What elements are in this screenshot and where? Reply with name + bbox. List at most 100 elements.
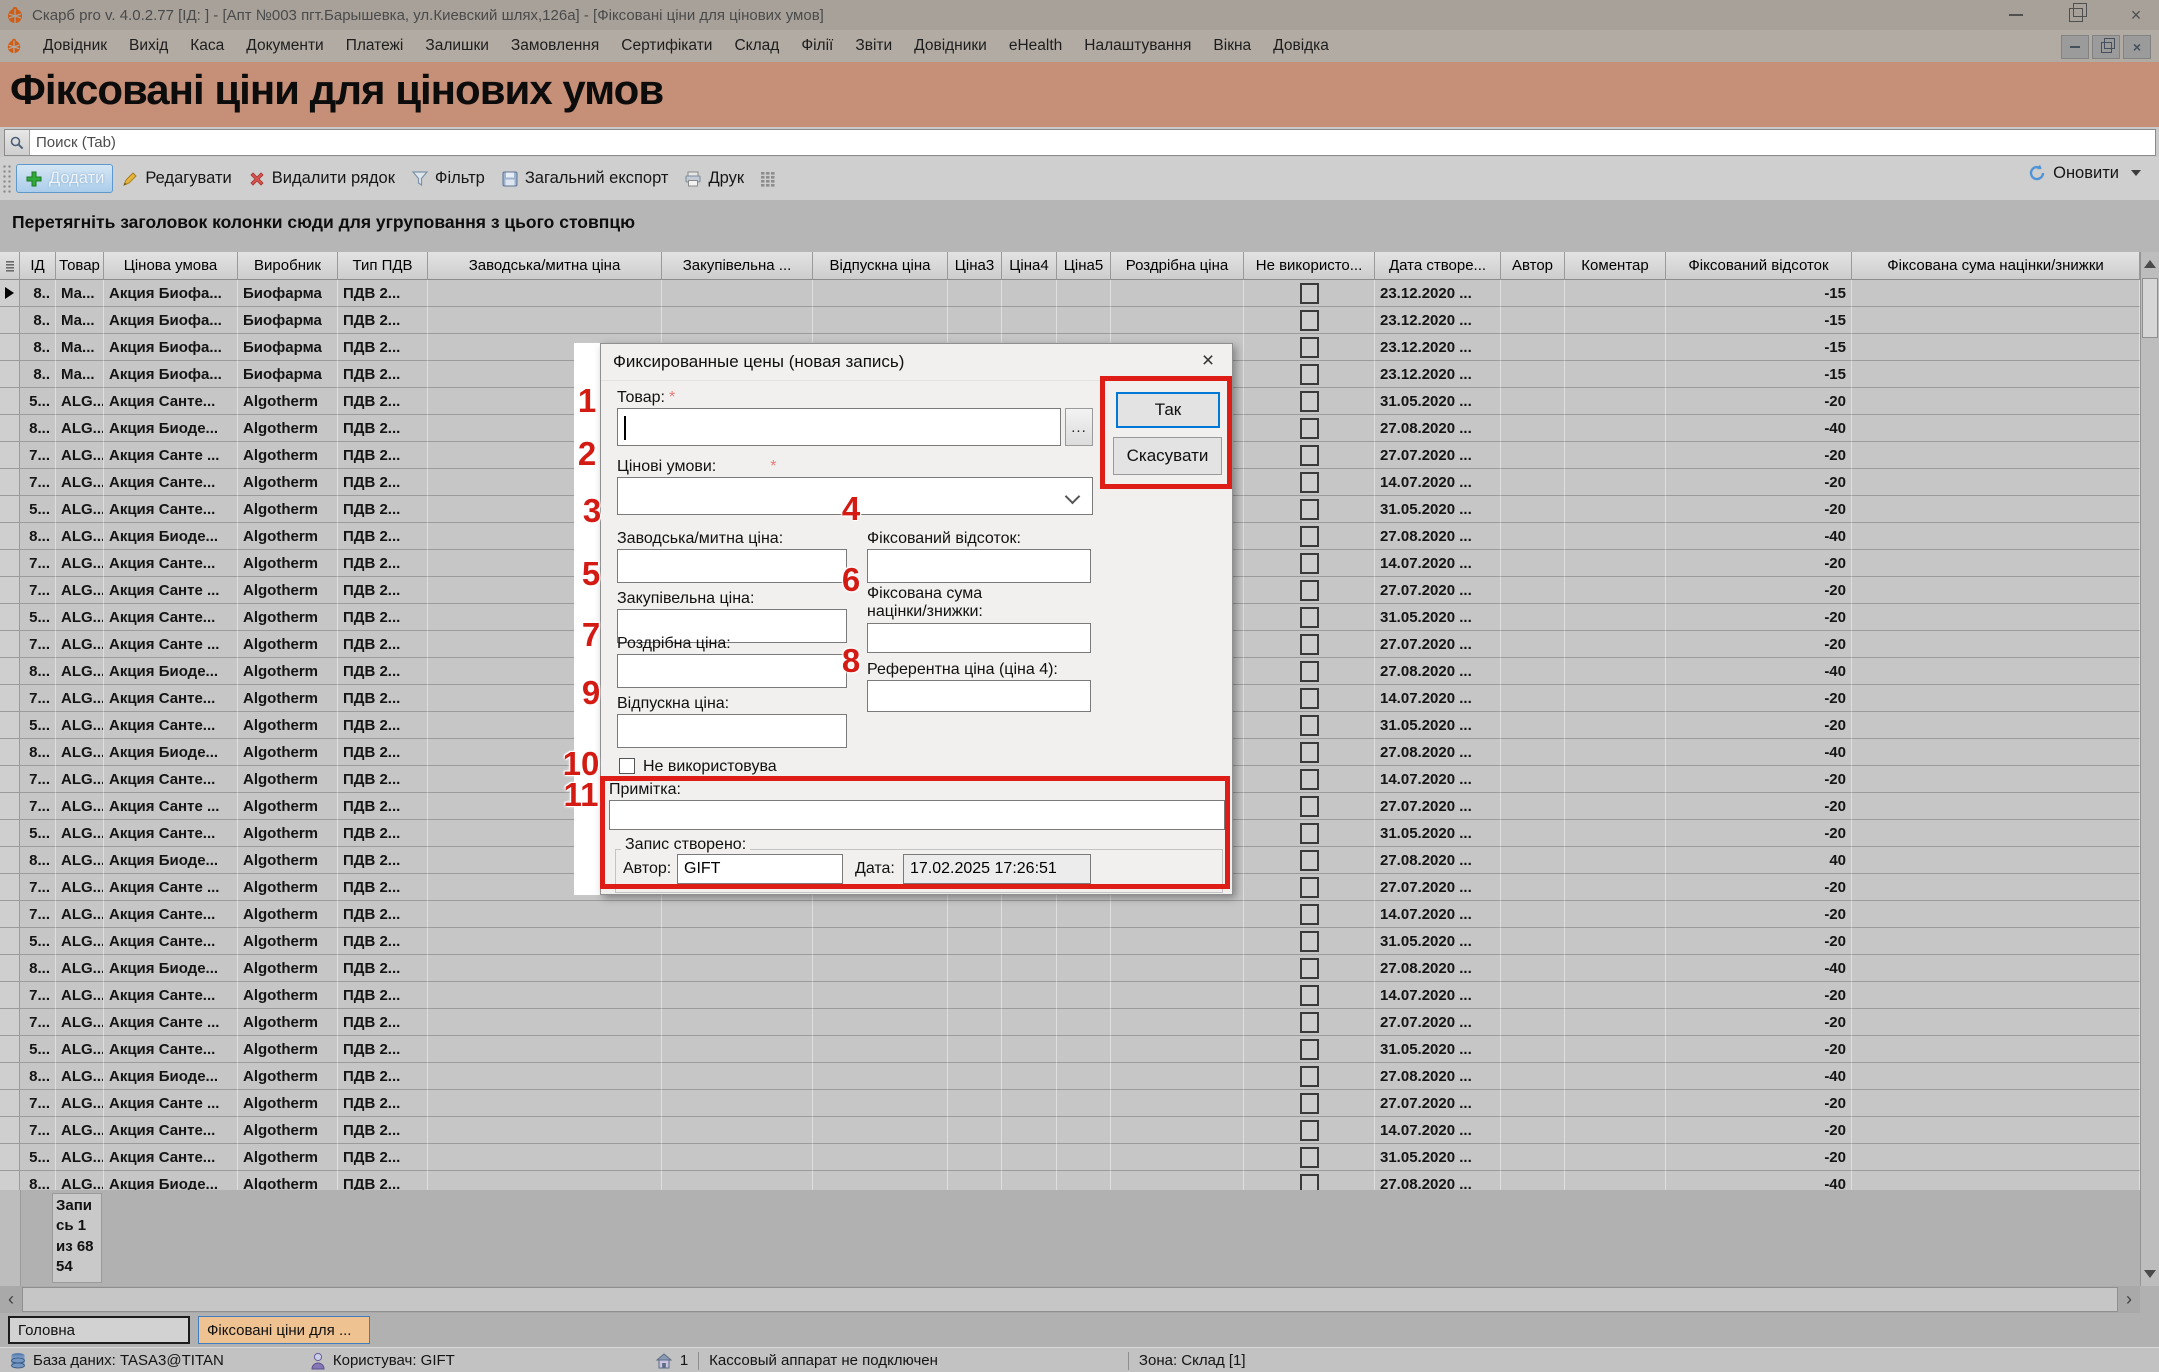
menu-item-платежі[interactable]: Платежі bbox=[335, 33, 415, 58]
table-row[interactable]: 8...ALG...Акция Биоде...AlgothermПДВ 2..… bbox=[0, 1063, 2140, 1090]
table-row[interactable]: 7...ALG...Акция Санте...AlgothermПДВ 2..… bbox=[0, 901, 2140, 928]
table-row[interactable]: 7...ALG...Акция Санте ...AlgothermПДВ 2.… bbox=[0, 1009, 2140, 1036]
mdi-close-icon[interactable]: × bbox=[2123, 35, 2151, 59]
tab-fixed-prices[interactable]: Фіксовані ціни для ... bbox=[198, 1316, 370, 1344]
horizontal-scroll-thumb[interactable] bbox=[22, 1287, 2118, 1312]
vertical-scrollbar[interactable] bbox=[2140, 252, 2159, 1286]
menu-item-довідка[interactable]: Довідка bbox=[1262, 33, 1340, 58]
referent-input[interactable] bbox=[867, 680, 1091, 712]
column-header[interactable]: Ціна4 bbox=[1002, 252, 1057, 280]
table-row[interactable]: 8...ALG...Акция Биоде...AlgothermПДВ 2..… bbox=[0, 955, 2140, 982]
table-row[interactable]: 7...ALG...Акция Санте ...AlgothermПДВ 2.… bbox=[0, 1090, 2140, 1117]
checkbox-unchecked-icon[interactable] bbox=[1300, 283, 1319, 304]
not-used-cell[interactable] bbox=[1244, 874, 1375, 901]
column-header[interactable]: Фіксована сума націнки/знижки bbox=[1852, 252, 2140, 280]
scroll-left-icon[interactable]: ‹ bbox=[0, 1286, 22, 1313]
menu-item-замовлення[interactable]: Замовлення bbox=[500, 33, 610, 58]
close-icon[interactable]: × bbox=[2125, 4, 2147, 26]
table-row[interactable]: 5...ALG...Акция Санте...AlgothermПДВ 2..… bbox=[0, 1144, 2140, 1171]
menu-item-вихід[interactable]: Вихід bbox=[118, 33, 179, 58]
not-used-cell[interactable] bbox=[1244, 955, 1375, 982]
not-used-cell[interactable] bbox=[1244, 1063, 1375, 1090]
checkbox-unchecked-icon[interactable] bbox=[1300, 310, 1319, 331]
menu-item-звіти[interactable]: Звіти bbox=[844, 33, 903, 58]
not-used-cell[interactable] bbox=[1244, 604, 1375, 631]
menu-item-склад[interactable]: Склад bbox=[723, 33, 790, 58]
not-used-cell[interactable] bbox=[1244, 523, 1375, 550]
checkbox-unchecked-icon[interactable] bbox=[1300, 553, 1319, 574]
table-row[interactable]: 7...ALG...Акция Санте...AlgothermПДВ 2..… bbox=[0, 982, 2140, 1009]
not-used-cell[interactable] bbox=[1244, 334, 1375, 361]
delete-row-button[interactable]: Видалити рядок bbox=[240, 165, 403, 192]
checkbox-unchecked-icon[interactable] bbox=[1300, 1174, 1319, 1191]
checkbox-unchecked-icon[interactable] bbox=[1300, 1147, 1319, 1168]
dialog-close-icon[interactable]: × bbox=[1196, 349, 1220, 373]
not-used-cell[interactable] bbox=[1244, 361, 1375, 388]
column-header[interactable]: Роздрібна ціна bbox=[1111, 252, 1244, 280]
checkbox-unchecked-icon[interactable] bbox=[1300, 931, 1319, 952]
export-button[interactable]: Загальний експорт bbox=[493, 165, 677, 192]
not-used-cell[interactable] bbox=[1244, 388, 1375, 415]
group-by-panel[interactable]: Перетягніть заголовок колонки сюди для у… bbox=[0, 200, 2159, 252]
filter-button[interactable]: Фільтр bbox=[403, 165, 493, 192]
checkbox-unchecked-icon[interactable] bbox=[1300, 472, 1319, 493]
vidpusk-input[interactable] bbox=[617, 714, 847, 748]
menu-item-документи[interactable]: Документи bbox=[235, 33, 334, 58]
not-used-cell[interactable] bbox=[1244, 1090, 1375, 1117]
checkbox-unchecked-icon[interactable] bbox=[1300, 445, 1319, 466]
checkbox-unchecked-icon[interactable] bbox=[1300, 715, 1319, 736]
checkbox-unchecked-icon[interactable] bbox=[1300, 742, 1319, 763]
checkbox-unchecked-icon[interactable] bbox=[1300, 661, 1319, 682]
checkbox-unchecked-icon[interactable] bbox=[1300, 499, 1319, 520]
checkbox-unchecked-icon[interactable] bbox=[1300, 337, 1319, 358]
tab-home[interactable]: Головна bbox=[8, 1316, 190, 1344]
column-header[interactable]: Відпускна ціна bbox=[813, 252, 948, 280]
not-used-cell[interactable] bbox=[1244, 577, 1375, 604]
not-used-cell[interactable] bbox=[1244, 658, 1375, 685]
not-used-checkbox[interactable] bbox=[619, 758, 635, 774]
scroll-up-icon[interactable] bbox=[2144, 260, 2156, 268]
checkbox-unchecked-icon[interactable] bbox=[1300, 877, 1319, 898]
column-header[interactable]: Ціна3 bbox=[948, 252, 1002, 280]
column-header[interactable]: Товар bbox=[56, 252, 104, 280]
menu-item-каса[interactable]: Каса bbox=[179, 33, 235, 58]
column-header[interactable]: Автор bbox=[1501, 252, 1565, 280]
checkbox-unchecked-icon[interactable] bbox=[1300, 607, 1319, 628]
menu-item-налаштування[interactable]: Налаштування bbox=[1073, 33, 1202, 58]
not-used-cell[interactable] bbox=[1244, 766, 1375, 793]
table-row[interactable]: 8...ALG...Акция Биоде...AlgothermПДВ 2..… bbox=[0, 1171, 2140, 1190]
checkbox-unchecked-icon[interactable] bbox=[1300, 1066, 1319, 1087]
not-used-cell[interactable] bbox=[1244, 1144, 1375, 1171]
tovar-browse-button[interactable]: ... bbox=[1065, 408, 1093, 446]
not-used-cell[interactable] bbox=[1244, 1117, 1375, 1144]
checkbox-unchecked-icon[interactable] bbox=[1300, 796, 1319, 817]
table-row[interactable]: 8..Ма...Акция Биофа...БиофармаПДВ 2...23… bbox=[0, 280, 2140, 307]
mdi-restore-icon[interactable] bbox=[2092, 35, 2120, 59]
menu-item-довідники[interactable]: Довідники bbox=[903, 33, 998, 58]
table-row[interactable]: 7...ALG...Акция Санте...AlgothermПДВ 2..… bbox=[0, 1117, 2140, 1144]
checkbox-unchecked-icon[interactable] bbox=[1300, 391, 1319, 412]
suma-input[interactable] bbox=[867, 623, 1091, 653]
minimize-icon[interactable] bbox=[2005, 4, 2027, 26]
not-used-cell[interactable] bbox=[1244, 793, 1375, 820]
refresh-button[interactable]: Оновити bbox=[2027, 163, 2141, 183]
zavod-input[interactable] bbox=[617, 549, 847, 583]
checkbox-unchecked-icon[interactable] bbox=[1300, 904, 1319, 925]
checkbox-unchecked-icon[interactable] bbox=[1300, 688, 1319, 709]
checkbox-unchecked-icon[interactable] bbox=[1300, 1012, 1319, 1033]
menu-item-вікна[interactable]: Вікна bbox=[1202, 33, 1262, 58]
search-input[interactable] bbox=[30, 133, 2155, 152]
checkbox-unchecked-icon[interactable] bbox=[1300, 823, 1319, 844]
not-used-cell[interactable] bbox=[1244, 280, 1375, 307]
not-used-cell[interactable] bbox=[1244, 739, 1375, 766]
checkbox-unchecked-icon[interactable] bbox=[1300, 850, 1319, 871]
not-used-cell[interactable] bbox=[1244, 631, 1375, 658]
not-used-cell[interactable] bbox=[1244, 982, 1375, 1009]
not-used-cell[interactable] bbox=[1244, 847, 1375, 874]
checkbox-unchecked-icon[interactable] bbox=[1300, 418, 1319, 439]
checkbox-unchecked-icon[interactable] bbox=[1300, 526, 1319, 547]
scroll-down-icon[interactable] bbox=[2144, 1270, 2156, 1278]
not-used-cell[interactable] bbox=[1244, 685, 1375, 712]
scroll-right-icon[interactable]: › bbox=[2118, 1286, 2140, 1313]
not-used-cell[interactable] bbox=[1244, 1009, 1375, 1036]
